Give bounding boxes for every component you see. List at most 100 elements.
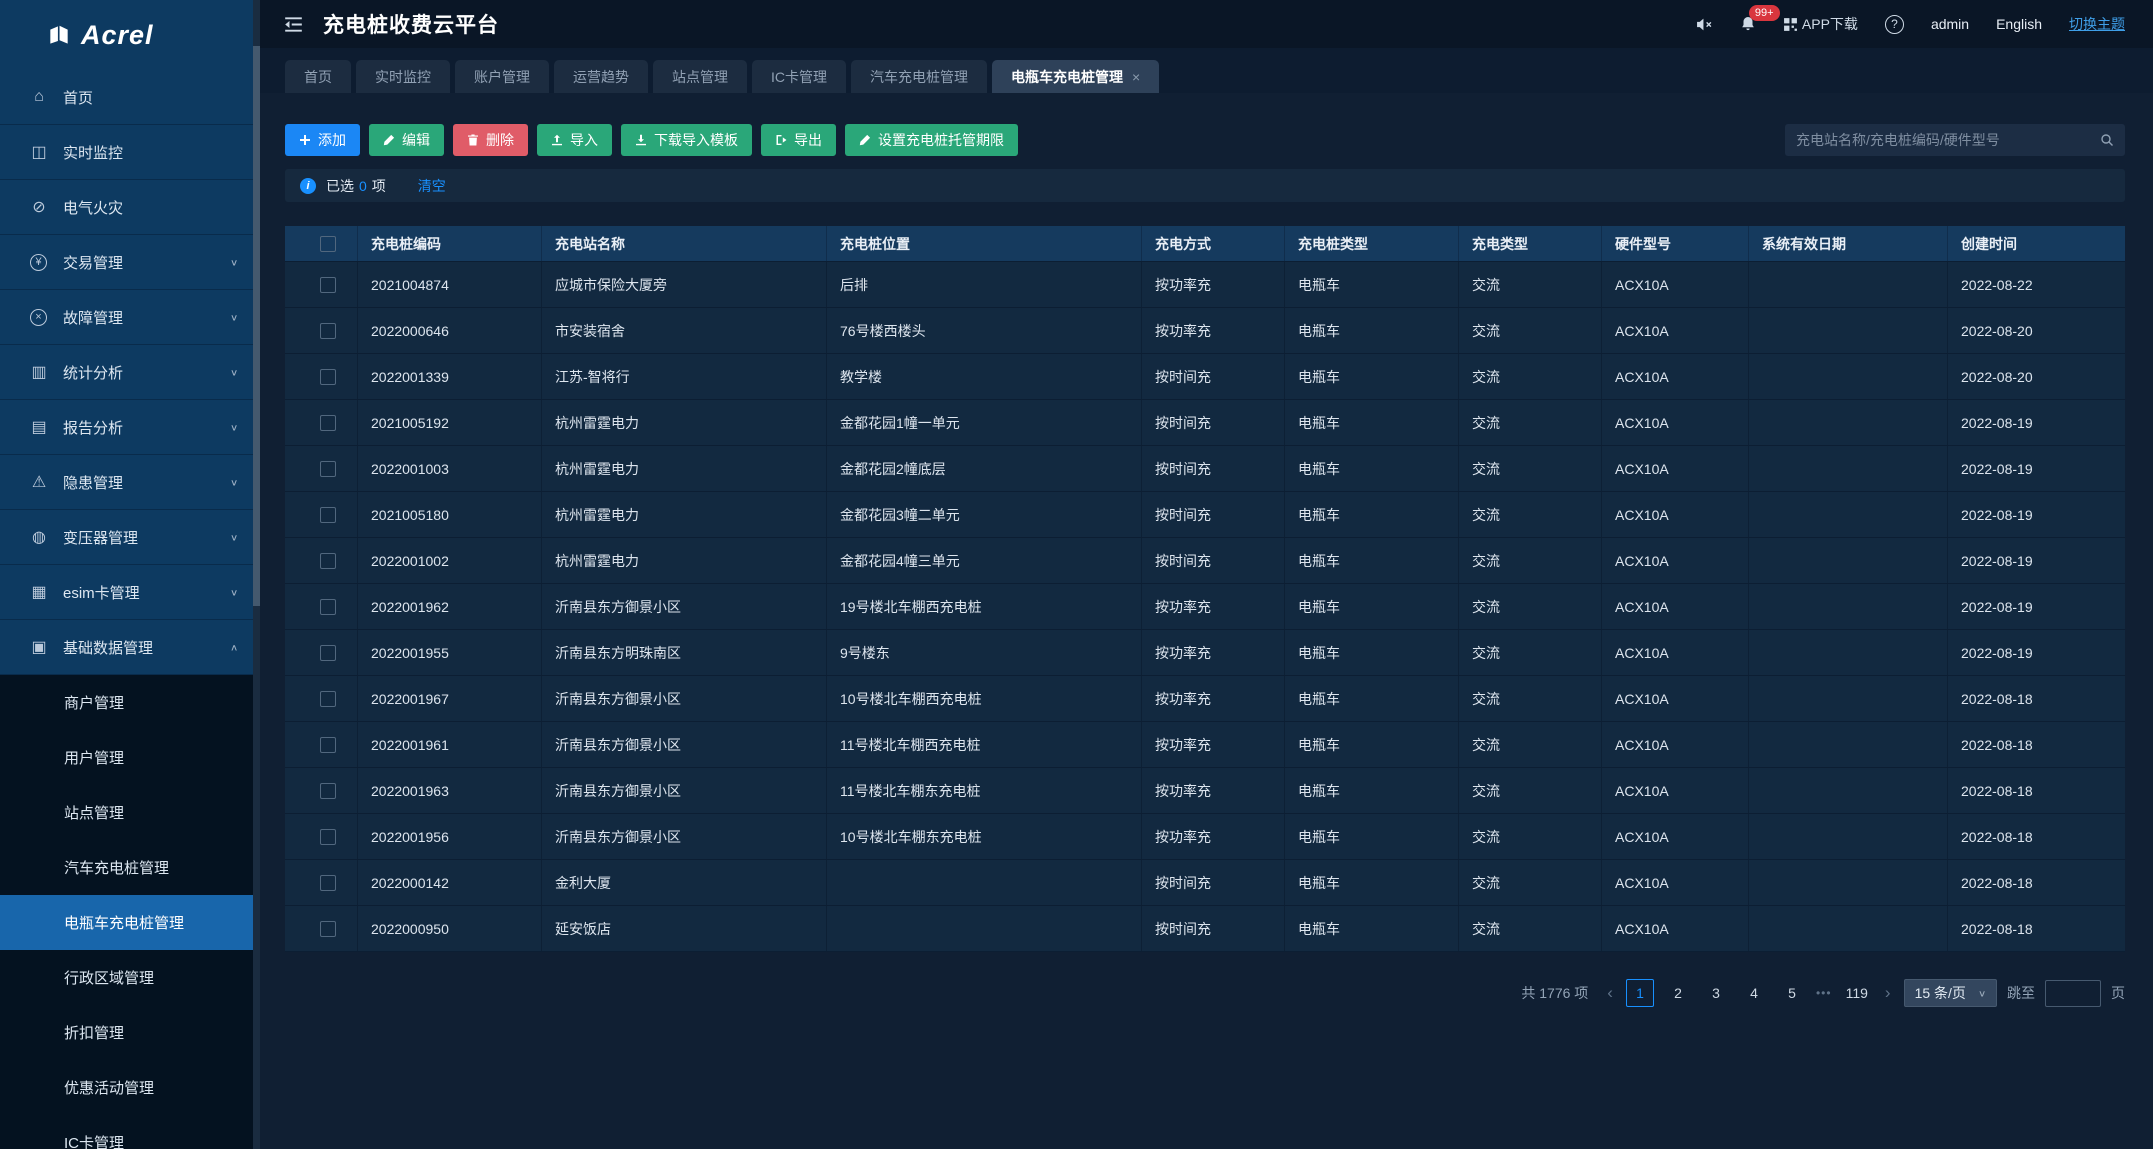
row-checkbox[interactable] xyxy=(320,415,336,431)
row-checkbox[interactable] xyxy=(320,461,336,477)
page-number[interactable]: 5 xyxy=(1778,979,1806,1007)
row-checkbox[interactable] xyxy=(320,737,336,753)
search-icon[interactable] xyxy=(2100,133,2114,147)
sidebar-item-2[interactable]: ⊘电气火灾 xyxy=(0,180,260,235)
tab-6[interactable]: 汽车充电桩管理 xyxy=(851,60,987,93)
chevron-down-icon: ∨ xyxy=(230,532,238,542)
sidebar-item-label: 首页 xyxy=(63,87,93,108)
download-template-button[interactable]: 下载导入模板 xyxy=(621,124,752,156)
row-checkbox[interactable] xyxy=(320,277,336,293)
row-checkbox[interactable] xyxy=(320,921,336,937)
sidebar-subitem[interactable]: 用户管理 xyxy=(0,730,260,785)
sidebar-subitem[interactable]: 行政区域管理 xyxy=(0,950,260,1005)
page-number[interactable]: 1 xyxy=(1626,979,1654,1007)
header-checkbox-cell xyxy=(285,226,357,261)
row-checkbox-cell xyxy=(285,722,357,767)
table-cell: 2022001002 xyxy=(357,538,541,583)
row-checkbox[interactable] xyxy=(320,507,336,523)
table-cell: 按功率充 xyxy=(1141,308,1284,353)
sidebar-item-3[interactable]: ¥交易管理∨ xyxy=(0,235,260,290)
row-checkbox[interactable] xyxy=(320,369,336,385)
set-trusteeship-button[interactable]: 设置充电桩托管期限 xyxy=(845,124,1018,156)
sidebar-subitem[interactable]: IC卡管理 xyxy=(0,1115,260,1149)
close-icon[interactable]: × xyxy=(1132,69,1140,85)
language-switch[interactable]: English xyxy=(1996,16,2042,32)
sidebar-subitem[interactable]: 商户管理 xyxy=(0,675,260,730)
sidebar-item-7[interactable]: ⚠隐患管理∨ xyxy=(0,455,260,510)
tab-1[interactable]: 实时监控 xyxy=(356,60,450,93)
sidebar-nav: ⌂首页◫实时监控⊘电气火灾¥交易管理∨×故障管理∨▥统计分析∨▤报告分析∨⚠隐患… xyxy=(0,70,260,1149)
sidebar-item-8[interactable]: ◍变压器管理∨ xyxy=(0,510,260,565)
chevron-down-icon: ∨ xyxy=(230,587,238,597)
row-checkbox-cell xyxy=(285,814,357,859)
sidebar-subitem[interactable]: 优惠活动管理 xyxy=(0,1060,260,1115)
table-cell: 2022001955 xyxy=(357,630,541,675)
table-header-row: 充电桩编码充电站名称充电桩位置充电方式充电桩类型充电类型硬件型号系统有效日期创建… xyxy=(285,226,2125,262)
sidebar-subitem[interactable]: 汽车充电桩管理 xyxy=(0,840,260,895)
page-number[interactable]: 2 xyxy=(1664,979,1692,1007)
sidebar-item-4[interactable]: ×故障管理∨ xyxy=(0,290,260,345)
table-cell: 杭州雷霆电力 xyxy=(541,446,826,491)
app-download[interactable]: APP下载 xyxy=(1783,14,1858,34)
notifications-bell[interactable]: 99+ xyxy=(1740,16,1756,32)
user-menu[interactable]: admin xyxy=(1931,16,1969,32)
table-cell: 交流 xyxy=(1458,308,1601,353)
table-cell: 电瓶车 xyxy=(1284,308,1458,353)
tab-3[interactable]: 运营趋势 xyxy=(554,60,648,93)
sidebar-subitem[interactable]: 站点管理 xyxy=(0,785,260,840)
table-row: 2022001963沂南县东方御景小区11号楼北车棚东充电桩按功率充电瓶车交流A… xyxy=(285,768,2125,814)
next-page-icon[interactable]: › xyxy=(1882,983,1894,1003)
table-cell: 2022000950 xyxy=(357,906,541,951)
jump-page-input[interactable] xyxy=(2045,980,2101,1007)
row-checkbox[interactable] xyxy=(320,691,336,707)
row-checkbox[interactable] xyxy=(320,323,336,339)
table-cell: 金利大厦 xyxy=(541,860,826,905)
tab-7[interactable]: 电瓶车充电桩管理× xyxy=(992,60,1159,93)
sidebar-scrollbar[interactable] xyxy=(253,0,260,1149)
export-button[interactable]: 导出 xyxy=(761,124,836,156)
sidebar-item-0[interactable]: ⌂首页 xyxy=(0,70,260,125)
mute-icon[interactable] xyxy=(1696,17,1713,32)
row-checkbox[interactable] xyxy=(320,645,336,661)
delete-button[interactable]: 删除 xyxy=(453,124,528,156)
ellipsis-icon[interactable]: ••• xyxy=(1816,986,1832,1000)
row-checkbox[interactable] xyxy=(320,599,336,615)
theme-switch-link[interactable]: 切换主题 xyxy=(2069,14,2125,34)
sidebar-subitem[interactable]: 电瓶车充电桩管理 xyxy=(0,895,260,950)
sidebar-item-6[interactable]: ▤报告分析∨ xyxy=(0,400,260,455)
page-number[interactable]: 119 xyxy=(1842,979,1872,1007)
tab-2[interactable]: 账户管理 xyxy=(455,60,549,93)
search-input[interactable] xyxy=(1796,132,2100,148)
clear-selection-link[interactable]: 清空 xyxy=(418,176,446,196)
sidebar-subitem[interactable]: 折扣管理 xyxy=(0,1005,260,1060)
scrollbar-thumb[interactable] xyxy=(253,46,260,606)
tab-5[interactable]: IC卡管理 xyxy=(752,60,846,93)
edit-button[interactable]: 编辑 xyxy=(369,124,444,156)
tab-0[interactable]: 首页 xyxy=(285,60,351,93)
sidebar-item-10[interactable]: ▣基础数据管理∧ xyxy=(0,620,260,675)
table-cell: 电瓶车 xyxy=(1284,446,1458,491)
chevron-up-icon: ∧ xyxy=(230,642,238,652)
prev-page-icon[interactable]: ‹ xyxy=(1604,983,1616,1003)
row-checkbox[interactable] xyxy=(320,875,336,891)
collapse-sidebar-icon[interactable] xyxy=(284,16,303,33)
sidebar-item-1[interactable]: ◫实时监控 xyxy=(0,125,260,180)
table-cell: 2022001961 xyxy=(357,722,541,767)
sidebar-item-9[interactable]: ▦esim卡管理∨ xyxy=(0,565,260,620)
page-number[interactable]: 4 xyxy=(1740,979,1768,1007)
row-checkbox[interactable] xyxy=(320,829,336,845)
import-button[interactable]: 导入 xyxy=(537,124,612,156)
table-cell: 沂南县东方御景小区 xyxy=(541,814,826,859)
sidebar-item-5[interactable]: ▥统计分析∨ xyxy=(0,345,260,400)
page-number[interactable]: 3 xyxy=(1702,979,1730,1007)
app-download-label: APP下载 xyxy=(1802,14,1858,34)
help-icon[interactable]: ? xyxy=(1885,15,1904,34)
page-size-select[interactable]: 15 条/页∨ xyxy=(1904,979,1997,1007)
add-button[interactable]: 添加 xyxy=(285,124,360,156)
sidebar-item-label: 交易管理 xyxy=(63,252,123,273)
row-checkbox[interactable] xyxy=(320,553,336,569)
row-checkbox[interactable] xyxy=(320,783,336,799)
select-all-checkbox[interactable] xyxy=(320,236,336,252)
content: 添加编辑删除导入下载导入模板导出设置充电桩托管期限 i 已选 0 项 清空 充电… xyxy=(260,93,2153,1149)
tab-4[interactable]: 站点管理 xyxy=(653,60,747,93)
